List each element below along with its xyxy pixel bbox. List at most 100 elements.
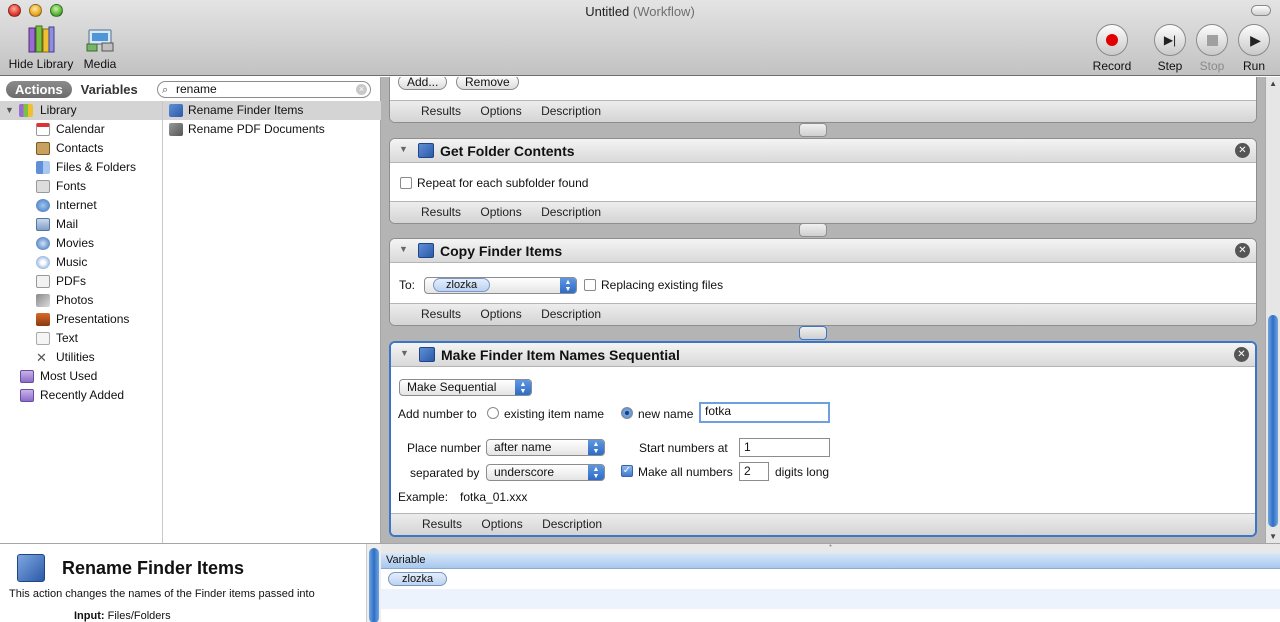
action-connector [799,326,827,340]
separator-value: underscore [494,465,555,479]
digits-input[interactable]: 2 [739,462,769,481]
description-tab[interactable]: Description [542,517,602,531]
movies-icon [36,237,50,250]
variable-token[interactable]: zlozka [388,572,448,586]
options-tab[interactable]: Options [480,307,521,321]
toolbar: Untitled (Workflow) Hide Library Media R… [0,0,1280,76]
record-button[interactable]: Record [1090,24,1134,73]
category-fonts[interactable]: Fonts [0,177,162,196]
scrollbar-thumb[interactable] [369,548,379,622]
calendar-icon [36,123,50,136]
collapse-triangle-icon[interactable]: ▼ [399,144,408,154]
replacing-checkbox[interactable] [584,279,596,291]
destination-popup[interactable]: zlozka ▲ ▼ [424,277,577,294]
remove-button[interactable]: Remove [456,77,519,90]
scroll-up-icon[interactable]: ▲ [1269,79,1277,88]
search-input[interactable]: rename [176,82,217,96]
card-header[interactable]: ▼ Make Finder Item Names Sequential ✕ [391,343,1255,367]
options-tab[interactable]: Options [480,205,521,219]
category-label: Mail [56,217,79,231]
category-calendar[interactable]: Calendar [0,120,162,139]
tab-variables[interactable]: Variables [72,81,147,98]
variable-row[interactable]: zlozka [381,569,1280,589]
step-button[interactable]: ▶| Step [1154,24,1186,73]
category-most-used[interactable]: Most Used [0,367,162,386]
popup-arrows-icon: ▲ ▼ [560,278,576,293]
search-icon: ⌕ [162,84,169,96]
action-rename-finder-items[interactable]: Rename Finder Items [163,101,381,120]
description-tab[interactable]: Description [541,205,601,219]
text-icon [36,332,50,345]
clear-search-icon[interactable]: × [356,84,367,95]
category-music[interactable]: Music [0,253,162,272]
split-handle[interactable]: • [381,543,1280,553]
category-presentations[interactable]: Presentations [0,310,162,329]
smart-folder-icon [20,370,34,383]
tab-actions[interactable]: Actions [6,81,72,98]
stop-button[interactable]: Stop [1196,24,1228,73]
action-results-list: Rename Finder Items Rename PDF Documents [163,101,381,543]
options-tab[interactable]: Options [481,517,522,531]
action-card-previous: Add... Remove Results Options Descriptio… [389,77,1257,123]
start-number-input[interactable]: 1 [739,438,830,457]
collapse-triangle-icon[interactable]: ▼ [400,348,409,358]
category-files-folders[interactable]: Files & Folders [0,158,162,177]
category-contacts[interactable]: Contacts [0,139,162,158]
media-button[interactable]: Media [82,24,118,71]
category-text[interactable]: Text [0,329,162,348]
description-scrollbar[interactable] [366,544,381,622]
scrollbar-thumb[interactable] [1268,315,1278,527]
existing-name-radio[interactable] [487,407,499,419]
remove-action-button[interactable]: ✕ [1235,243,1250,258]
results-tab[interactable]: Results [422,517,462,531]
category-utilities[interactable]: ✕ Utilities [0,348,162,367]
collapse-triangle-icon[interactable]: ▼ [399,244,408,254]
library-pane: Actions Variables ⌕ rename × ▼ Library C… [0,77,381,543]
description-tab[interactable]: Description [541,104,601,118]
step-label: Step [1157,59,1183,73]
mode-popup[interactable]: Make Sequential ▲ ▼ [399,379,532,396]
new-name-input[interactable]: fotka [699,402,830,423]
results-tab[interactable]: Results [421,205,461,219]
stop-label: Stop [1199,59,1225,73]
category-mail[interactable]: Mail [0,215,162,234]
category-internet[interactable]: Internet [0,196,162,215]
category-photos[interactable]: Photos [0,291,162,310]
run-button[interactable]: ▶ Run [1238,24,1270,73]
category-label: Most Used [40,369,98,383]
hide-library-label: Hide Library [8,57,74,71]
add-button[interactable]: Add... [398,77,448,90]
workflow-scrollbar[interactable]: ▲ ▼ [1265,77,1280,543]
make-all-numbers-checkbox[interactable]: ✓ [621,465,633,477]
options-tab[interactable]: Options [480,104,521,118]
description-title: Rename Finder Items [62,558,245,578]
remove-action-button[interactable]: ✕ [1234,347,1249,362]
action-rename-pdf-documents[interactable]: Rename PDF Documents [163,120,381,139]
make-all-numbers-label: Make all numbers [638,465,733,479]
category-movies[interactable]: Movies [0,234,162,253]
results-tab[interactable]: Results [421,104,461,118]
toolbar-toggle-button[interactable] [1251,5,1271,16]
scroll-down-icon[interactable]: ▼ [1269,532,1277,541]
category-label: Files & Folders [56,160,137,174]
card-header[interactable]: ▼ Get Folder Contents ✕ [390,139,1256,163]
category-recently-added[interactable]: Recently Added [0,386,162,405]
hide-library-button[interactable]: Hide Library [8,24,74,71]
action-card-copy-finder-items: ▼ Copy Finder Items ✕ To: zlozka ▲ ▼ Repl… [389,238,1257,326]
card-header[interactable]: ▼ Copy Finder Items ✕ [390,239,1256,263]
smart-folder-icon [20,389,34,402]
add-number-to-label: Add number to [398,407,477,421]
category-pdfs[interactable]: PDFs [0,272,162,291]
search-field[interactable]: ⌕ rename × [157,81,371,98]
description-tab[interactable]: Description [541,307,601,321]
place-number-popup[interactable]: after name ▲ ▼ [486,439,605,456]
results-tab[interactable]: Results [421,307,461,321]
new-name-radio[interactable] [621,407,633,419]
action-connector [799,123,827,137]
category-library[interactable]: ▼ Library [0,101,162,120]
repeat-subfolder-checkbox[interactable] [400,177,412,189]
separator-popup[interactable]: underscore ▲ ▼ [486,464,605,481]
remove-action-button[interactable]: ✕ [1235,143,1250,158]
variable-column-header[interactable]: Variable [381,553,1280,569]
input-value: Files/Folders [107,610,171,622]
